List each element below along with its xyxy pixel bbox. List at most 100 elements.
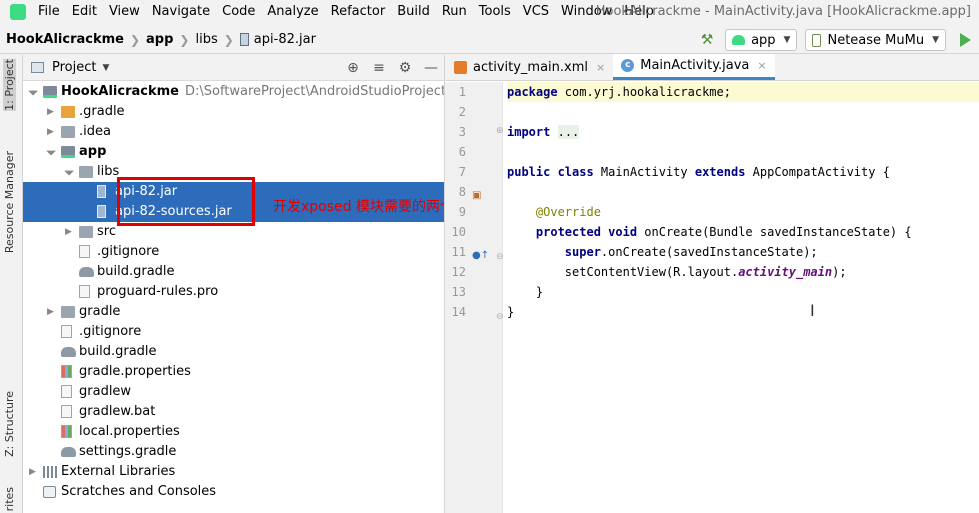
menu-tools[interactable]: Tools	[473, 0, 517, 24]
favorites-tab[interactable]: rites	[3, 487, 16, 511]
editor-tab[interactable]: c MainActivity.java ×	[613, 54, 775, 80]
code-line[interactable]: import ...	[507, 122, 979, 142]
menu-analyze[interactable]: Analyze	[261, 0, 324, 24]
folder-icon	[61, 126, 75, 138]
line-number: 11	[451, 245, 466, 259]
project-panel-header: Project ▼ ⊕ ≡ ⚙ —	[23, 55, 444, 81]
jar-icon	[97, 205, 106, 218]
tree-item-path: D:\SoftwareProject\AndroidStudioProjects…	[184, 84, 445, 99]
tree-item[interactable]: gradlew.bat	[23, 402, 444, 422]
gradle-icon	[79, 267, 94, 277]
code-line[interactable]	[507, 182, 979, 202]
gear-icon[interactable]: ⚙	[392, 60, 418, 76]
tree-item-label: build.gradle	[79, 344, 157, 359]
code-line[interactable]: protected void onCreate(Bundle savedInst…	[507, 222, 979, 242]
hammer-icon[interactable]: ⚒	[699, 32, 715, 48]
menu-view[interactable]: View	[103, 0, 146, 24]
tree-item[interactable]: Scratches and Consoles	[23, 482, 444, 502]
locate-icon[interactable]: ⊕	[340, 60, 366, 76]
tree-item[interactable]: ▶ External Libraries	[23, 462, 444, 482]
code-line[interactable]: setContentView(R.layout.activity_main);	[507, 262, 979, 282]
menu-run[interactable]: Run	[436, 0, 473, 24]
tree-item[interactable]: ◢ HookAlicrackme D:\SoftwareProject\Androi…	[23, 81, 445, 102]
tree-item[interactable]: ▶ .gradle	[23, 102, 444, 122]
tree-item[interactable]: build.gradle	[23, 262, 444, 282]
tree-item[interactable]: .gitignore	[23, 242, 444, 262]
breadcrumb-file[interactable]: api-82.jar	[234, 32, 322, 47]
menu-refactor[interactable]: Refactor	[325, 0, 392, 24]
breadcrumb-folder[interactable]: libs	[189, 32, 223, 47]
editor-gutter: ▣ ●↑ ⊕ ⊖ ⊖ 1 2 3 6 7 8 9 10 11 12 13 14	[446, 82, 504, 513]
breadcrumb-chevron-icon: ❯	[223, 32, 234, 47]
close-icon[interactable]: ×	[757, 59, 766, 72]
class-run-icon[interactable]: ▣	[472, 190, 481, 201]
menu-edit[interactable]: Edit	[66, 0, 103, 24]
tree-item[interactable]: gradle.properties	[23, 362, 444, 382]
code-line[interactable]: package com.yrj.hookalicrackme;	[507, 82, 979, 102]
project-tool-tab-label: 1: Project	[3, 59, 16, 111]
code-line[interactable]: @Override	[507, 202, 979, 222]
code-line[interactable]: }	[507, 282, 979, 302]
project-tool-tab[interactable]: 1: Project	[3, 59, 16, 111]
tree-item-label: settings.gradle	[79, 444, 177, 459]
breadcrumb-file-label: api-82.jar	[253, 32, 316, 47]
tree-item[interactable]: gradlew	[23, 382, 444, 402]
menu-file[interactable]: File	[32, 0, 66, 24]
tree-item[interactable]: ◢ app	[23, 141, 444, 162]
android-icon	[732, 35, 746, 45]
fold-icon[interactable]: ⊖	[496, 312, 504, 322]
lib-icon	[43, 466, 57, 478]
structure-tab-label: Z: Structure	[3, 391, 16, 457]
breadcrumb-project[interactable]: HookAlicrackme	[0, 32, 130, 47]
project-view-select[interactable]: Project ▼	[23, 60, 109, 75]
collapsed-arrow-icon[interactable]: ▶	[47, 102, 57, 122]
device-select[interactable]: Netease MuMu ▼	[805, 29, 946, 51]
override-icon[interactable]: ●↑	[472, 250, 489, 261]
collapsed-arrow-icon[interactable]: ▶	[65, 222, 75, 242]
tree-item[interactable]: build.gradle	[23, 342, 444, 362]
bars-icon	[61, 365, 72, 378]
code-line[interactable]: public class MainActivity extends AppCom…	[507, 162, 979, 182]
menu-build[interactable]: Build	[391, 0, 436, 24]
code-line[interactable]	[507, 102, 979, 122]
collapse-all-icon[interactable]: ≡	[366, 60, 392, 76]
menu-code[interactable]: Code	[216, 0, 261, 24]
file-icon	[61, 385, 72, 398]
tree-item-label: local.properties	[79, 424, 180, 439]
collapsed-arrow-icon[interactable]: ▶	[47, 302, 57, 322]
expanded-arrow-icon[interactable]: ◢	[41, 141, 62, 162]
code-line[interactable]: super.onCreate(savedInstanceState);	[507, 242, 979, 262]
editor-tab-label: MainActivity.java	[640, 58, 750, 73]
editor-tab[interactable]: activity_main.xml ×	[446, 54, 613, 80]
fold-icon[interactable]: ⊕	[496, 126, 504, 136]
hide-icon[interactable]: —	[418, 60, 444, 76]
structure-tab[interactable]: Z: Structure	[3, 391, 16, 457]
resource-manager-tab[interactable]: Resource Manager	[3, 151, 16, 253]
left-tool-strip: 1: Project Resource Manager Z: Structure…	[0, 55, 23, 513]
line-number: 12	[451, 265, 466, 279]
menu-vcs[interactable]: VCS	[517, 0, 555, 24]
menu-navigate[interactable]: Navigate	[146, 0, 216, 24]
tree-item[interactable]: local.properties	[23, 422, 444, 442]
code-line[interactable]: }	[507, 302, 979, 322]
collapsed-arrow-icon[interactable]: ▶	[29, 462, 39, 482]
tree-item[interactable]: proguard-rules.pro	[23, 282, 444, 302]
chevron-down-icon: ▼	[102, 62, 110, 73]
fold-icon[interactable]: ⊖	[496, 252, 504, 262]
close-icon[interactable]: ×	[596, 61, 605, 74]
run-config-select[interactable]: app ▼	[725, 29, 798, 51]
folder-app-icon	[61, 146, 75, 158]
collapsed-arrow-icon[interactable]: ▶	[47, 122, 57, 142]
tree-item[interactable]: settings.gradle	[23, 442, 444, 462]
code-line[interactable]	[507, 142, 979, 162]
tree-item-label: src	[97, 224, 116, 239]
tree-item[interactable]: ▶ gradle	[23, 302, 444, 322]
code-area[interactable]: package com.yrj.hookalicrackme; import ..…	[507, 82, 979, 322]
breadcrumb-module[interactable]: app	[140, 32, 179, 47]
run-icon[interactable]	[960, 33, 971, 47]
expanded-arrow-icon[interactable]: ◢	[23, 81, 44, 102]
tree-item[interactable]: .gitignore	[23, 322, 444, 342]
tree-item-text: src	[97, 222, 116, 242]
expanded-arrow-icon[interactable]: ◢	[59, 161, 80, 182]
tree-item[interactable]: ▶ .idea	[23, 122, 444, 142]
